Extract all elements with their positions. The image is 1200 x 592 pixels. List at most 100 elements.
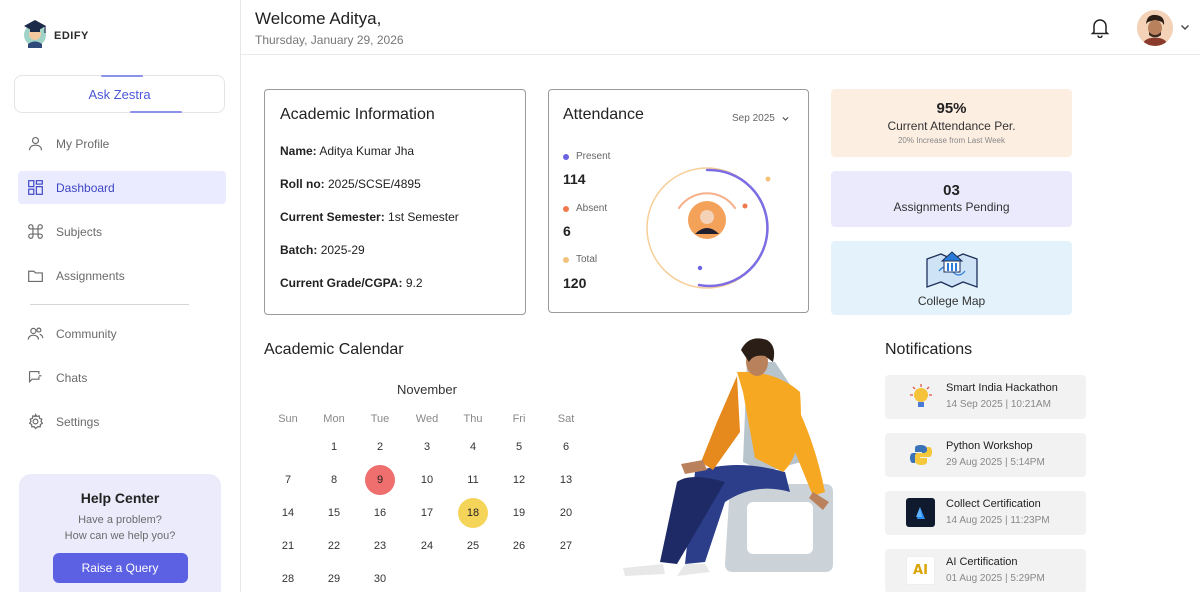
attendance-card: Attendance Sep 2025 Present 114 Absent 6… — [548, 89, 809, 313]
calendar-day[interactable]: 6 — [551, 432, 581, 462]
calendar-day[interactable]: 22 — [319, 531, 349, 561]
assignments-pending-label: Assignments Pending — [893, 200, 1010, 214]
brand[interactable]: EDIFY — [20, 14, 89, 48]
row-value: 2025/SCSE/4895 — [328, 177, 421, 191]
calendar-day[interactable]: 19 — [504, 498, 534, 528]
command-icon — [28, 224, 43, 239]
notification-item[interactable]: Smart India Hackathon 14 Sep 2025 | 10:2… — [885, 375, 1086, 419]
calendar-day[interactable]: 27 — [551, 531, 581, 561]
academic-calendar-title: Academic Calendar — [264, 341, 404, 358]
sidebar-item-assignments[interactable]: Assignments — [18, 259, 226, 292]
month-selector[interactable]: Sep 2025 — [732, 113, 790, 124]
brand-name: EDIFY — [54, 30, 89, 42]
folder-icon — [28, 270, 43, 283]
notification-time: 14 Aug 2025 | 11:23PM — [946, 515, 1050, 526]
sidebar-item-subjects[interactable]: Subjects — [18, 215, 226, 248]
notification-item[interactable]: Collect Certification 14 Aug 2025 | 11:2… — [885, 491, 1086, 535]
calendar-day[interactable]: 12 — [504, 465, 534, 495]
notification-name: Collect Certification — [946, 498, 1041, 510]
row-label: Name: — [280, 144, 317, 158]
academic-row-batch: Batch: 2025-29 — [280, 243, 365, 257]
row-label: Batch: — [280, 243, 318, 257]
attendance-title: Attendance — [563, 106, 644, 123]
calendar-day[interactable]: 8 — [319, 465, 349, 495]
row-value: 9.2 — [405, 276, 423, 290]
present-value: 114 — [563, 171, 586, 187]
notification-name: Python Workshop — [946, 440, 1033, 452]
row-value: 2025-29 — [320, 243, 365, 257]
sidebar-item-community[interactable]: Community — [18, 317, 226, 350]
calendar-day[interactable]: 10 — [412, 465, 442, 495]
calendar-day[interactable]: 24 — [412, 531, 442, 561]
absent-label: Absent — [563, 203, 607, 214]
calendar-day[interactable]: 30 — [365, 564, 395, 592]
academic-row-name: Name: Aditya Kumar Jha — [280, 144, 414, 158]
calendar-day[interactable]: 18 — [458, 498, 488, 528]
bell-icon[interactable] — [1089, 16, 1111, 38]
academic-info-title: Academic Information — [280, 106, 435, 123]
present-label-text: Present — [576, 151, 611, 162]
raise-query-button[interactable]: Raise a Query — [52, 553, 188, 583]
sidebar-item-settings[interactable]: Settings — [18, 405, 226, 438]
calendar-day[interactable]: 13 — [551, 465, 581, 495]
sidebar-item-label: Chats — [56, 370, 88, 385]
sidebar-item-label: Settings — [56, 414, 100, 429]
calendar-day[interactable]: 1 — [319, 432, 349, 462]
dashboard-icon — [28, 180, 43, 195]
chevron-down-icon[interactable] — [1179, 21, 1191, 33]
current-date: Thursday, January 29, 2026 — [255, 33, 404, 47]
welcome-title: Welcome Aditya, — [255, 9, 382, 28]
help-line-2: How can we help you? — [64, 530, 176, 542]
ai-icon: AI — [906, 556, 935, 585]
calendar-day[interactable]: 11 — [458, 465, 488, 495]
calendar-day[interactable]: 20 — [551, 498, 581, 528]
calendar-day[interactable]: 5 — [504, 432, 534, 462]
sidebar-item-label: Community — [56, 326, 117, 341]
ask-zestra-button[interactable]: Ask Zestra — [14, 75, 225, 113]
present-marker — [697, 265, 703, 271]
calendar-day[interactable]: 26 — [504, 531, 534, 561]
sidebar-item-label: Dashboard — [56, 180, 115, 195]
calendar-weekday: Thu — [463, 413, 483, 425]
calendar-day[interactable]: 25 — [458, 531, 488, 561]
sidebar: EDIFY Ask Zestra My Profile Dashboard Su… — [0, 0, 241, 592]
calendar-weekday: Fri — [512, 413, 526, 425]
calendar-day[interactable]: 9 — [365, 465, 395, 495]
academic-row-cgpa: Current Grade/CGPA: 9.2 — [280, 276, 423, 290]
attendance-increase-note: 20% Increase from Last Week — [897, 136, 1005, 145]
row-value: 1st Semester — [388, 210, 459, 224]
calendar-day[interactable]: 4 — [458, 432, 488, 462]
sidebar-item-my-profile[interactable]: My Profile — [18, 127, 226, 160]
chat-icon — [28, 370, 42, 384]
sidebar-divider — [30, 304, 189, 305]
calendar-day[interactable]: 2 — [365, 432, 395, 462]
academic-row-roll: Roll no: 2025/SCSE/4895 — [280, 177, 421, 191]
calendar-weekday: Mon — [323, 413, 345, 425]
notification-item[interactable]: AI AI Certification 01 Aug 2025 | 5:29PM — [885, 549, 1086, 592]
calendar-day[interactable]: 15 — [319, 498, 349, 528]
attendance-percentage-card[interactable]: 95% Current Attendance Per. 20% Increase… — [831, 89, 1072, 157]
assignments-pending-card[interactable]: 03 Assignments Pending — [831, 171, 1072, 227]
python-icon — [906, 440, 935, 469]
user-avatar[interactable] — [1137, 10, 1173, 46]
calendar-day[interactable]: 29 — [319, 564, 349, 592]
calendar-day[interactable]: 23 — [365, 531, 395, 561]
calendar-day[interactable]: 21 — [273, 531, 303, 561]
calendar-weekday: Sat — [557, 413, 575, 425]
calendar-day[interactable]: 7 — [273, 465, 303, 495]
calendar-day[interactable]: 28 — [273, 564, 303, 592]
calendar-day[interactable]: 17 — [412, 498, 442, 528]
help-center-title: Help Center — [80, 490, 160, 506]
calendar-day[interactable]: 3 — [412, 432, 442, 462]
college-map-card[interactable]: College Map — [831, 241, 1072, 315]
calendar-day[interactable]: 14 — [273, 498, 303, 528]
row-value: Aditya Kumar Jha — [319, 144, 415, 158]
calendar-day[interactable]: 16 — [365, 498, 395, 528]
sidebar-item-chats[interactable]: Chats — [18, 361, 226, 394]
notification-item[interactable]: Python Workshop 29 Aug 2025 | 5:14PM — [885, 433, 1086, 477]
help-center-subtitle: Have a problem? How can we help you? — [19, 512, 221, 544]
present-dot — [563, 153, 569, 160]
sidebar-item-label: Assignments — [56, 268, 125, 283]
absent-value: 6 — [563, 223, 571, 239]
sidebar-item-dashboard[interactable]: Dashboard — [18, 171, 226, 204]
